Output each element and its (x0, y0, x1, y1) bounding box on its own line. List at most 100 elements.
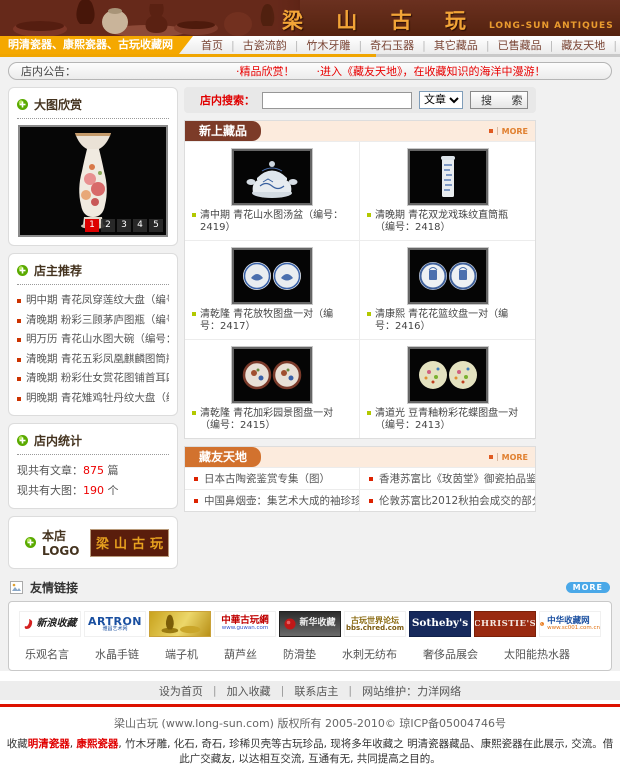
text-link[interactable]: 端子机 (165, 646, 198, 662)
green-dot-icon (25, 537, 36, 548)
nav-badge: 明清瓷器、康熙瓷器、古玩收藏网 (0, 36, 193, 54)
product-caption: 清乾隆 青花加彩园景图盘一对（编号：2415） (192, 408, 352, 432)
footer-nav-bar: 设为首页| 加入收藏| 联系店主| 网站维护：力洋网络 (0, 679, 620, 700)
product-cell-2416[interactable]: 清康熙 青花花篮纹盘一对（编号：2416） (360, 240, 535, 339)
search-button[interactable]: 搜 索 (470, 91, 528, 109)
bullet-icon (192, 213, 196, 217)
recommend-item[interactable]: 清晚期 青花五彩凤凰麒麟图筒瓶一对（... (17, 350, 169, 370)
text-link[interactable]: 乐观名言 (25, 646, 69, 662)
nav-item-home[interactable]: 首页 (193, 37, 231, 53)
green-dot-icon (17, 99, 28, 110)
gallery-slideshow[interactable]: 1 2 3 4 5 (18, 125, 168, 237)
links-more-button[interactable]: MORE (566, 582, 610, 593)
text-link[interactable]: 水刺无纺布 (342, 646, 397, 662)
bullet-icon (367, 411, 371, 415)
text-link[interactable]: 水晶手链 (95, 646, 139, 662)
banner-sina-collection[interactable]: 新浪收藏 (19, 611, 81, 637)
new-items-more-button[interactable]: MORE (489, 127, 535, 136)
footer-link-set-home[interactable]: 设为首页 (149, 683, 213, 699)
friends-article[interactable]: 伦敦苏富比2012秋拍会成交的部分中国瓷器 (360, 489, 535, 511)
nav-item-wood-ivory[interactable]: 竹木牙雕 (298, 37, 358, 53)
more-separator (497, 453, 498, 461)
bullet-icon (192, 312, 196, 316)
banner-christies[interactable]: CHRISTIE'S (474, 611, 536, 637)
red-ball-icon (284, 618, 296, 630)
announcement-link-2[interactable]: ·进入《藏友天地》，在收藏知识的海洋中漫游！ (317, 63, 546, 79)
banner-china-antique-net[interactable]: 中華古玩網 www.guwan.com (214, 611, 276, 637)
product-cell-2419[interactable]: 清中期 青花山水图汤盆（编号：2419） (185, 141, 360, 240)
product-cell-2415[interactable]: 清乾隆 青花加彩园景图盘一对（编号：2415） (185, 339, 360, 438)
shop-logo-image[interactable]: 梁山古玩 (90, 529, 169, 557)
more-label: MORE (502, 453, 528, 462)
recommend-item[interactable]: 清晚期 粉彩三顾茅庐图瓶（编号：216... (17, 311, 169, 331)
friends-zone-more-button[interactable]: MORE (489, 453, 535, 462)
banner-antique-world-forum[interactable]: 古玩世界论坛 bbs.chred.com (344, 611, 406, 637)
recommend-item-label: 明中期 青花凤穿莲纹大盘（编号：225... (26, 291, 169, 311)
footer-link-bookmark[interactable]: 加入收藏 (217, 683, 281, 699)
friends-zone-panel: 藏友天地 MORE 日本古陶瓷鉴赏专集（图） 香港苏富比《玫茵堂》御瓷拍品鉴赏 … (184, 446, 536, 512)
nav-item-sold[interactable]: 已售藏品 (490, 37, 550, 53)
friends-article-grid: 日本古陶瓷鉴赏专集（图） 香港苏富比《玫茵堂》御瓷拍品鉴赏 中国鼻烟壶：集艺术大… (185, 467, 535, 511)
pager-button-1[interactable]: 1 (85, 219, 99, 232)
search-input[interactable] (262, 92, 412, 109)
friends-article[interactable]: 香港苏富比《玫茵堂》御瓷拍品鉴赏 (360, 467, 535, 489)
bullet-icon (17, 338, 21, 342)
text-link[interactable]: 防滑垫 (283, 646, 316, 662)
bullet-icon (17, 377, 21, 381)
product-cell-2413[interactable]: 清道光 豆青釉粉彩花蝶图盘一对（编号：2413） (360, 339, 535, 438)
new-items-panel: 新上藏品 MORE (184, 120, 536, 439)
nav-item-friends[interactable]: 藏友天地 (553, 37, 613, 53)
pager-button-5[interactable]: 5 (149, 219, 163, 232)
sina-icon (24, 618, 34, 630)
site-title: 梁 山 古 玩 (282, 5, 479, 35)
text-link[interactable]: 葫芦丝 (224, 646, 257, 662)
footer-link-contact[interactable]: 联系店主 (284, 683, 348, 699)
recommend-item-label: 明万历 青花山水图大碗（编号：2200）... (26, 330, 169, 350)
product-caption: 清康熙 青花花篮纹盘一对（编号：2416） (367, 309, 528, 333)
friends-zone-title: 藏友天地 (185, 447, 261, 467)
nav-menu: 首页| 古瓷流韵| 竹木牙雕| 奇石玉器| 其它藏品| 已售藏品| 藏友天地| … (193, 37, 620, 53)
nav-item-porcelain[interactable]: 古瓷流韵 (235, 37, 295, 53)
pager-button-4[interactable]: 4 (133, 219, 147, 232)
search-type-select[interactable]: 文章 (419, 91, 463, 109)
recommend-item-label: 清晚期 粉彩三顾茅庐图瓶（编号：216... (26, 311, 169, 331)
recommend-title: 店主推荐 (34, 262, 82, 279)
recommend-item[interactable]: 明万历 青花山水图大碗（编号：2200）... (17, 330, 169, 350)
text-link[interactable]: 太阳能热水器 (504, 646, 570, 662)
copyright-site-name[interactable]: 梁山古玩 (114, 717, 158, 730)
links-header: 友情链接 MORE (10, 579, 610, 596)
friends-article[interactable]: 中国鼻烟壶：集艺术大成的袖珍珍品（图） (185, 489, 360, 511)
pager-button-2[interactable]: 2 (101, 219, 115, 232)
recommend-item[interactable]: 清晚期 粉彩仕女赏花图铺首耳四方瓶（... (17, 369, 169, 389)
banner-porcelain-image[interactable] (149, 611, 211, 637)
bullet-icon (17, 299, 21, 303)
nav-item-stone-jade[interactable]: 奇石玉器 (362, 37, 422, 53)
banner-xinhua-collection[interactable]: 新华收藏 (279, 611, 341, 637)
product-cell-2418[interactable]: 清晚期 青花双龙戏珠纹直筒瓶（编号：2418） (360, 141, 535, 240)
more-separator (497, 127, 498, 135)
friends-article[interactable]: 日本古陶瓷鉴赏专集（图） (185, 467, 360, 489)
pager-button-3[interactable]: 3 (117, 219, 131, 232)
text-link[interactable]: 奢侈品展会 (423, 646, 478, 662)
product-image-blue-plates (232, 248, 312, 304)
main-nav: 明清瓷器、康熙瓷器、古玩收藏网 首页| 古瓷流韵| 竹木牙雕| 奇石玉器| 其它… (0, 36, 620, 54)
recommend-item[interactable]: 明中期 青花凤穿莲纹大盘（编号：225... (17, 291, 169, 311)
text-links-row: 乐观名言 水晶手链 端子机 葫芦丝 防滑垫 水刺无纺布 奢侈品展会 太阳能热水器 (19, 637, 601, 665)
product-caption: 清晚期 青花双龙戏珠纹直筒瓶（编号：2418） (367, 210, 528, 234)
banner-artron[interactable]: ARTRON 雅昌艺术网 (84, 611, 146, 637)
orange-globe-icon (540, 618, 544, 630)
nav-item-other[interactable]: 其它藏品 (426, 37, 486, 53)
banner-china-collection-net[interactable]: 中华收藏网www.sc001.com.cn (539, 611, 601, 637)
bullet-icon (367, 312, 371, 316)
recommend-item[interactable]: 明晚期 青花雉鸡牡丹纹大盘（编号：2... (17, 389, 169, 409)
bullet-icon (369, 499, 373, 503)
stat-articles: 现共有文章：875 篇 (17, 461, 169, 481)
more-label: MORE (502, 127, 528, 136)
announcement-link-1[interactable]: ·精品欣赏！ (236, 63, 295, 79)
product-cell-2417[interactable]: 清乾隆 青花放牧图盘一对（编号：2417） (185, 240, 360, 339)
announcement-label: 店内公告： (21, 63, 76, 79)
banner-sothebys[interactable]: Sotheby's (409, 611, 471, 637)
site-header: 梁 山 古 玩 LONG-SUN ANTIQUES (0, 0, 620, 36)
site-description: 收藏明清瓷器, 康熙瓷器, 竹木牙雕, 化石, 奇石, 珍稀贝壳等古玩珍品, 现… (0, 733, 620, 776)
bullet-icon (17, 358, 21, 362)
